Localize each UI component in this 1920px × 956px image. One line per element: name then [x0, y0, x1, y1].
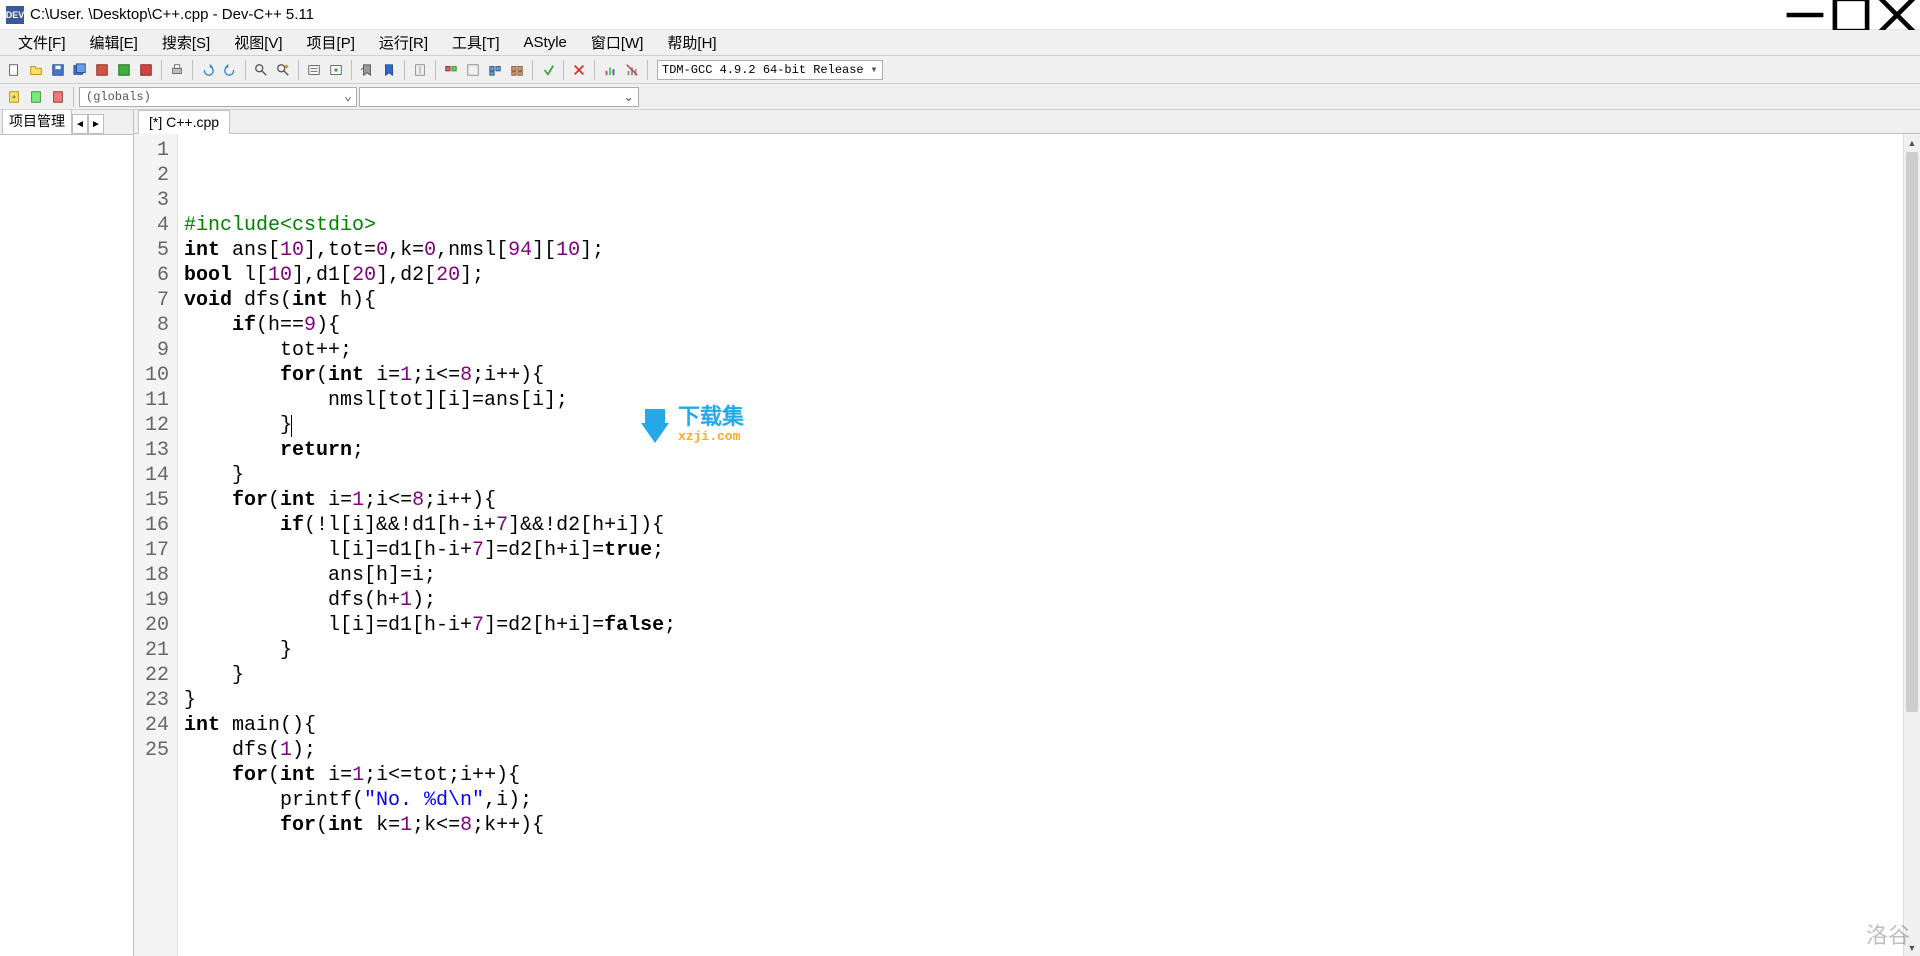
undo-button[interactable]: [198, 60, 218, 80]
code-line: }: [184, 638, 1903, 663]
code-line: for(int i=1;i<=8;i++){: [184, 363, 1903, 388]
code-editor[interactable]: #include<cstdio>int ans[10],tot=0,k=0,nm…: [178, 134, 1903, 956]
code-line: for(int i=1;i<=tot;i++){: [184, 763, 1903, 788]
globals-dropdown[interactable]: (globals): [79, 87, 357, 107]
debug-button[interactable]: [538, 60, 558, 80]
goto-bookmark-button[interactable]: [357, 60, 377, 80]
code-line: if(h==9){: [184, 313, 1903, 338]
close-button[interactable]: [1874, 0, 1920, 30]
code-line: if(!l[i]&&!d1[h-i+7]&&!d2[h+i]){: [184, 513, 1903, 538]
code-line: l[i]=d1[h-i+7]=d2[h+i]=true;: [184, 538, 1903, 563]
save-all-button[interactable]: [70, 60, 90, 80]
code-line: dfs(1);: [184, 738, 1903, 763]
close-all-button[interactable]: [136, 60, 156, 80]
code-line: l[i]=d1[h-i+7]=d2[h+i]=false;: [184, 613, 1903, 638]
code-line: for(int i=1;i<=8;i++){: [184, 488, 1903, 513]
code-line: bool l[10],d1[20],d2[20];: [184, 263, 1903, 288]
find-button[interactable]: [251, 60, 271, 80]
members-dropdown[interactable]: [359, 87, 639, 107]
code-line: nmsl[tot][i]=ans[i];: [184, 388, 1903, 413]
sidebar-tab-prev[interactable]: ◄: [72, 114, 88, 134]
sidebar-tab-project[interactable]: 项目管理: [2, 110, 72, 134]
profile-analysis-button[interactable]: [600, 60, 620, 80]
code-line: #include<cstdio>: [184, 213, 1903, 238]
code-line: void dfs(int h){: [184, 288, 1903, 313]
replace-button[interactable]: [273, 60, 293, 80]
editor-pane: [*] C++.cpp 1234567891011121314151617181…: [134, 110, 1920, 956]
code-line: ans[h]=i;: [184, 563, 1903, 588]
minimize-button[interactable]: [1782, 0, 1828, 30]
sidebar-tab-next[interactable]: ►: [88, 114, 104, 134]
title-bar: DEV C:\User. \Desktop\C++.cpp - Dev-C++ …: [0, 0, 1920, 30]
code-line: printf("No. %d\n",i);: [184, 788, 1903, 813]
vertical-scrollbar[interactable]: ▲ ▼: [1903, 134, 1920, 956]
syntax-check-button[interactable]: [507, 60, 527, 80]
menu-item[interactable]: 编辑[E]: [78, 29, 150, 56]
compile-run-button[interactable]: [441, 60, 461, 80]
menu-item[interactable]: 窗口[W]: [579, 29, 656, 56]
editor-tabs: [*] C++.cpp: [134, 110, 1920, 134]
compile-button[interactable]: [304, 60, 324, 80]
open-file-button[interactable]: [26, 60, 46, 80]
code-line: for(int k=1;k<=8;k++){: [184, 813, 1903, 838]
print-button[interactable]: [167, 60, 187, 80]
maximize-button[interactable]: [1828, 0, 1874, 30]
close-file-button[interactable]: [114, 60, 134, 80]
corner-watermark: 洛谷: [1866, 918, 1910, 950]
run-button[interactable]: [326, 60, 346, 80]
stop-execution-button[interactable]: [569, 60, 589, 80]
menu-item[interactable]: 文件[F]: [6, 29, 78, 56]
sidebar-body: [0, 134, 133, 956]
menu-bar: 文件[F]编辑[E]搜索[S]视图[V]项目[P]运行[R]工具[T]AStyl…: [0, 30, 1920, 56]
menu-item[interactable]: 工具[T]: [440, 29, 512, 56]
scrollbar-thumb[interactable]: [1906, 152, 1918, 712]
toolbar-classes: (globals): [0, 84, 1920, 110]
code-line: return;: [184, 438, 1903, 463]
goto-line-button[interactable]: [410, 60, 430, 80]
menu-item[interactable]: 搜索[S]: [150, 29, 222, 56]
window-title: C:\User. \Desktop\C++.cpp - Dev-C++ 5.11: [30, 6, 314, 23]
code-line: tot++;: [184, 338, 1903, 363]
code-line: }: [184, 663, 1903, 688]
code-line: int ans[10],tot=0,k=0,nmsl[94][10];: [184, 238, 1903, 263]
menu-item[interactable]: 视图[V]: [222, 29, 294, 56]
insert-button[interactable]: [26, 87, 46, 107]
compile-current-button[interactable]: [485, 60, 505, 80]
redo-button[interactable]: [220, 60, 240, 80]
code-line: dfs(h+1);: [184, 588, 1903, 613]
toggle-button[interactable]: [48, 87, 68, 107]
menu-item[interactable]: 帮助[H]: [655, 29, 728, 56]
code-line: }: [184, 463, 1903, 488]
code-line: }: [184, 688, 1903, 713]
toggle-bookmark-button[interactable]: [379, 60, 399, 80]
editor-tab[interactable]: [*] C++.cpp: [138, 110, 230, 134]
sidebar: 项目管理 ◄ ►: [0, 110, 134, 956]
new-class-button[interactable]: [4, 87, 24, 107]
app-icon: DEV: [6, 6, 24, 24]
delete-profile-button[interactable]: [622, 60, 642, 80]
code-line: int main(){: [184, 713, 1903, 738]
new-file-button[interactable]: [4, 60, 24, 80]
line-gutter: 1234567891011121314151617181920212223242…: [134, 134, 178, 956]
menu-item[interactable]: 项目[P]: [295, 29, 367, 56]
save-button[interactable]: [48, 60, 68, 80]
toolbar-main: TDM-GCC 4.9.2 64-bit Release: [0, 56, 1920, 84]
menu-item[interactable]: AStyle: [512, 31, 579, 54]
compiler-select[interactable]: TDM-GCC 4.9.2 64-bit Release: [657, 60, 883, 80]
code-line: }: [184, 413, 1903, 438]
save-as-button[interactable]: [92, 60, 112, 80]
menu-item[interactable]: 运行[R]: [367, 29, 440, 56]
rebuild-button[interactable]: [463, 60, 483, 80]
